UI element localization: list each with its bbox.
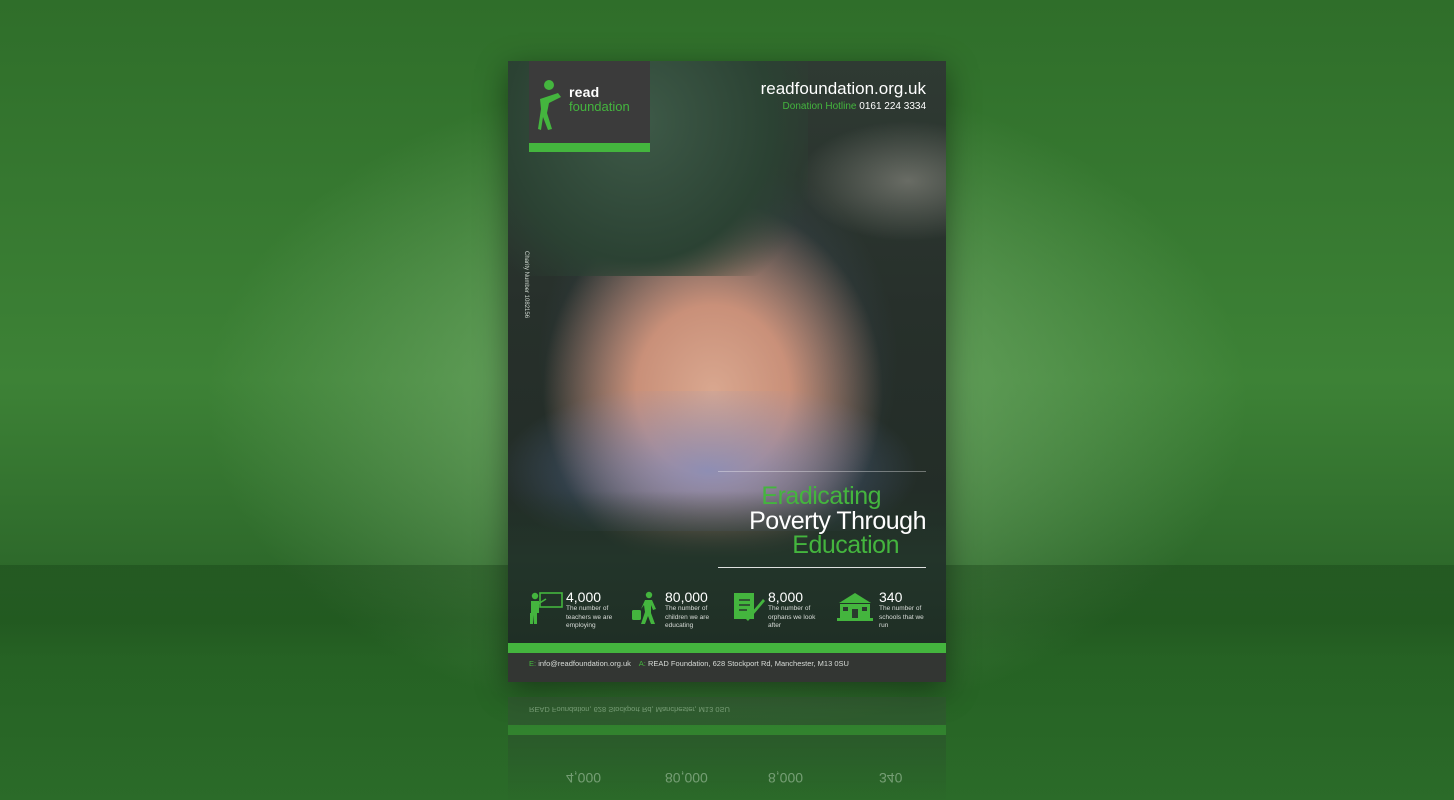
address-label: A: xyxy=(638,659,646,668)
teacher-icon xyxy=(530,592,563,624)
stat-value: 4,000 xyxy=(566,589,602,605)
stat-value: 80,000 xyxy=(665,589,708,605)
stat-description: The number of children we are educating xyxy=(665,605,710,629)
stat-value: 340 xyxy=(879,589,903,605)
postal-address: READ Foundation, 628 Stockport Rd, Manch… xyxy=(647,659,849,668)
poster-reflection: READ Foundation, 628 Stockport Rd, Manch… xyxy=(508,697,946,800)
headline-rule-bottom xyxy=(718,567,926,568)
logo-box: read foundation xyxy=(529,61,650,143)
donation-hotline: Donation Hotline 0161 224 3334 xyxy=(783,101,926,112)
poster: read foundation readfoundation.org.uk Do… xyxy=(508,61,946,682)
footer-bar xyxy=(508,643,946,653)
child-walking-icon xyxy=(632,591,656,624)
reflection-body xyxy=(508,735,946,800)
email-address: info@readfoundation.org.uk xyxy=(538,659,631,668)
footer-contact: E: info@readfoundation.org.uk A: READ Fo… xyxy=(529,659,849,668)
hotline-number: 0161 224 3334 xyxy=(859,101,926,112)
stat-description: The number of orphans we look after xyxy=(768,605,816,629)
logo-text-read: read xyxy=(569,84,600,100)
website-url: readfoundation.org.uk xyxy=(760,79,926,98)
stat-value: 8,000 xyxy=(768,589,804,605)
email-label: E: xyxy=(529,659,537,668)
hotline-label: Donation Hotline xyxy=(782,101,857,112)
stat-description: The number of schools that we run xyxy=(879,605,924,629)
school-building-icon xyxy=(837,593,873,621)
reflection-stat: 8,000 xyxy=(768,770,804,786)
reader-figure-icon xyxy=(538,80,561,130)
reflection-stat: 340 xyxy=(879,770,903,786)
reflection-footer-text: READ Foundation, 628 Stockport Rd, Manch… xyxy=(529,705,730,714)
charity-number: Charity Number 1082156 xyxy=(523,251,529,319)
headline-rule-top xyxy=(718,471,926,472)
reflection-stat: 80,000 xyxy=(665,770,708,786)
headline-line-3: Education xyxy=(792,531,899,559)
logo-text-foundation: foundation xyxy=(569,99,630,114)
notebook-icon xyxy=(734,593,765,621)
stat-description: The number of teachers we are employing xyxy=(566,605,613,629)
reflection-stat: 4,000 xyxy=(566,770,602,786)
headline-line-1: Eradicating xyxy=(761,482,881,510)
logo-bar xyxy=(529,143,650,152)
reflection-bar xyxy=(508,725,946,735)
